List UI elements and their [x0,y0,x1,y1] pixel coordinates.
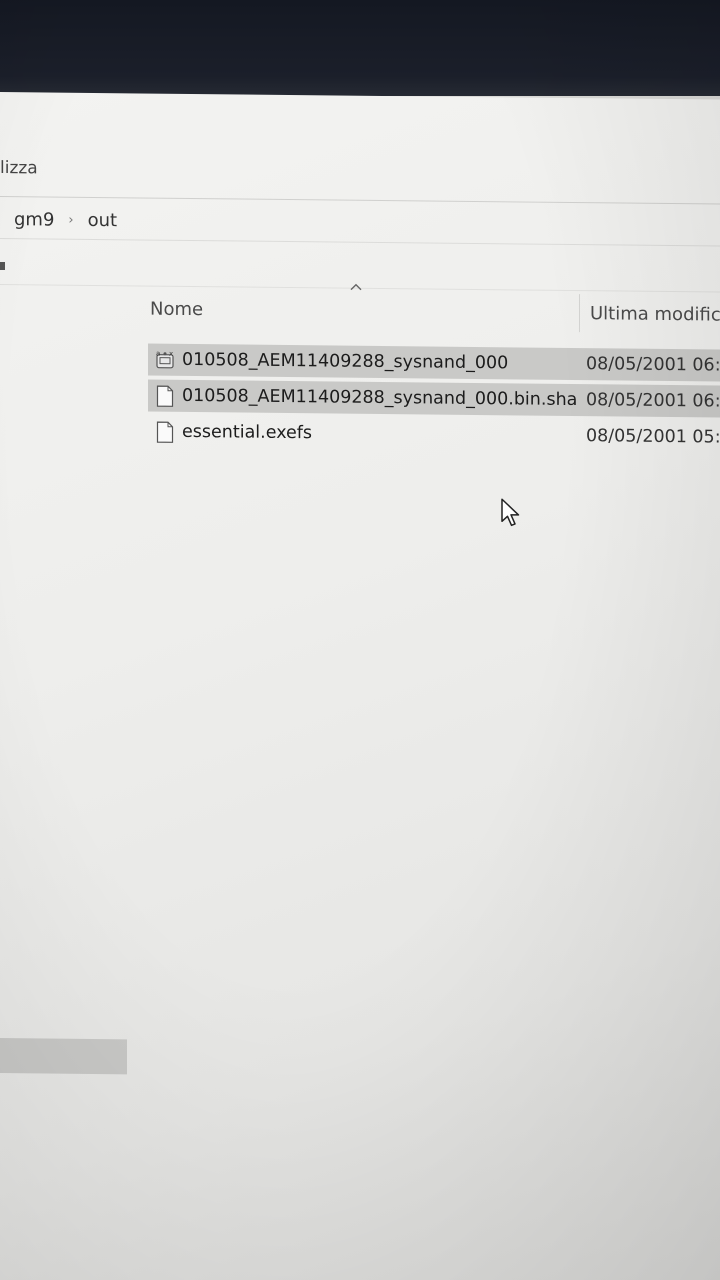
sort-ascending-icon [350,283,362,291]
blank-file-icon [154,420,176,444]
file-date: 08/05/2001 06: [586,354,720,376]
file-name[interactable]: essential.exefs [182,422,582,446]
ribbon-tab-visualizza[interactable]: lizza [0,158,38,178]
svg-text:x: x [169,350,173,358]
file-row[interactable]: 010508_AEM11409288_sysnand_000.bin.sha 0… [148,379,720,418]
blank-file-icon [154,384,176,408]
breadcrumb-out[interactable]: out [88,209,117,230]
column-separator[interactable] [579,294,580,333]
breadcrumb-chevron-icon[interactable]: › [68,212,73,227]
monitor-bezel [0,0,720,96]
svg-text:a: a [156,350,160,358]
file-row[interactable]: essential.exefs 08/05/2001 05:5 [148,416,720,454]
file-name[interactable]: 010508_AEM11409288_sysnand_000 [182,350,582,374]
file-explorer-window: lizza gm9 › out Nome Ultima modific a x [0,92,720,1280]
breadcrumb-gm9[interactable]: gm9 [14,209,54,230]
file-name[interactable]: 010508_AEM11409288_sysnand_000.bin.sha [182,386,582,410]
file-date: 08/05/2001 06:2 [586,390,720,412]
photo-of-monitor: lizza gm9 › out Nome Ultima modific a x [0,0,720,1280]
file-date: 08/05/2001 05:5 [586,426,720,448]
unknown-file-type-icon: a x [154,348,176,372]
column-header-date-modified[interactable]: Ultima modific [590,296,720,332]
navigation-pane-selection[interactable] [0,1038,127,1075]
mouse-pointer-icon [501,498,520,527]
column-header-name[interactable]: Nome [150,292,578,330]
navigation-pane-edge [0,262,5,271]
file-row[interactable]: a x 010508_AEM11409288_sysnand_000 08/05… [148,343,720,382]
